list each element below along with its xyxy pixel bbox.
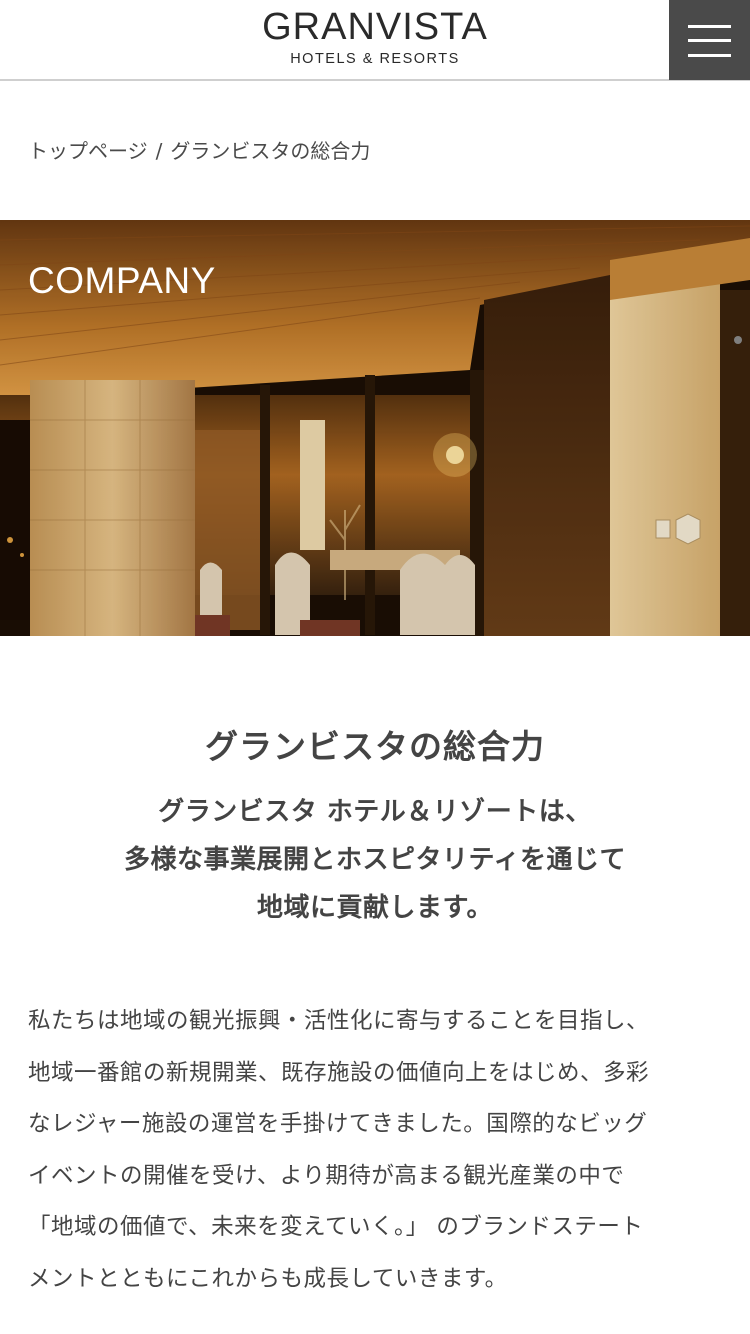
lead-line: 多様な事業展開とホスピタリティを通じて [124, 845, 626, 875]
lead-line: 地域に貢献します。 [257, 893, 493, 923]
granvista-logo[interactable]: GRANVISTA HOTELS & RESORTS [0, 0, 750, 80]
breadcrumb-separator: / [155, 139, 163, 163]
body-line: メントとともにこれからも成長していきます。 [28, 1265, 508, 1292]
body-line: なレジャー施設の運営を手掛けてきました。国際的なビッグ [28, 1111, 648, 1137]
hamburger-menu-button[interactable] [669, 0, 750, 80]
body-line: 「地域の価値で、未来を変えていく。」 のブランドステート [28, 1214, 644, 1240]
logo-sub-text: HOTELS & RESORTS [290, 51, 460, 67]
breadcrumb-home-link[interactable]: トップページ [28, 139, 148, 163]
breadcrumb: トップページ / グランビスタの総合力 [28, 135, 370, 164]
breadcrumb-current: グランビスタの総合力 [170, 139, 371, 163]
hamburger-menu-icon [688, 39, 731, 42]
hero-section-label: COMPANY [28, 260, 216, 301]
hamburger-menu-icon [688, 25, 731, 28]
lead-line: グランビスタ ホテル＆リゾートは、 [158, 797, 592, 827]
body-line: 私たちは地域の観光振興・活性化に寄与することを目指し、 [28, 1008, 650, 1034]
body-paragraph: 私たちは地域の観光振興・活性化に寄与することを目指し、 地域一番館の新規開業、既… [28, 996, 728, 1305]
page-title: グランビスタの総合力 [205, 727, 545, 766]
body-line: 地域一番館の新規開業、既存施設の価値向上をはじめ、多彩 [28, 1059, 650, 1086]
hamburger-menu-icon [688, 54, 731, 57]
body-line: イベントの開催を受け、より期待が高まる観光産業の中で [28, 1162, 625, 1189]
lead-statement: グランビスタ ホテル＆リゾートは、 多様な事業展開とホスピタリティを通じて 地域… [0, 788, 750, 932]
logo-main-text: GRANVISTA [262, 6, 488, 48]
site-header: GRANVISTA HOTELS & RESORTS [0, 0, 750, 81]
